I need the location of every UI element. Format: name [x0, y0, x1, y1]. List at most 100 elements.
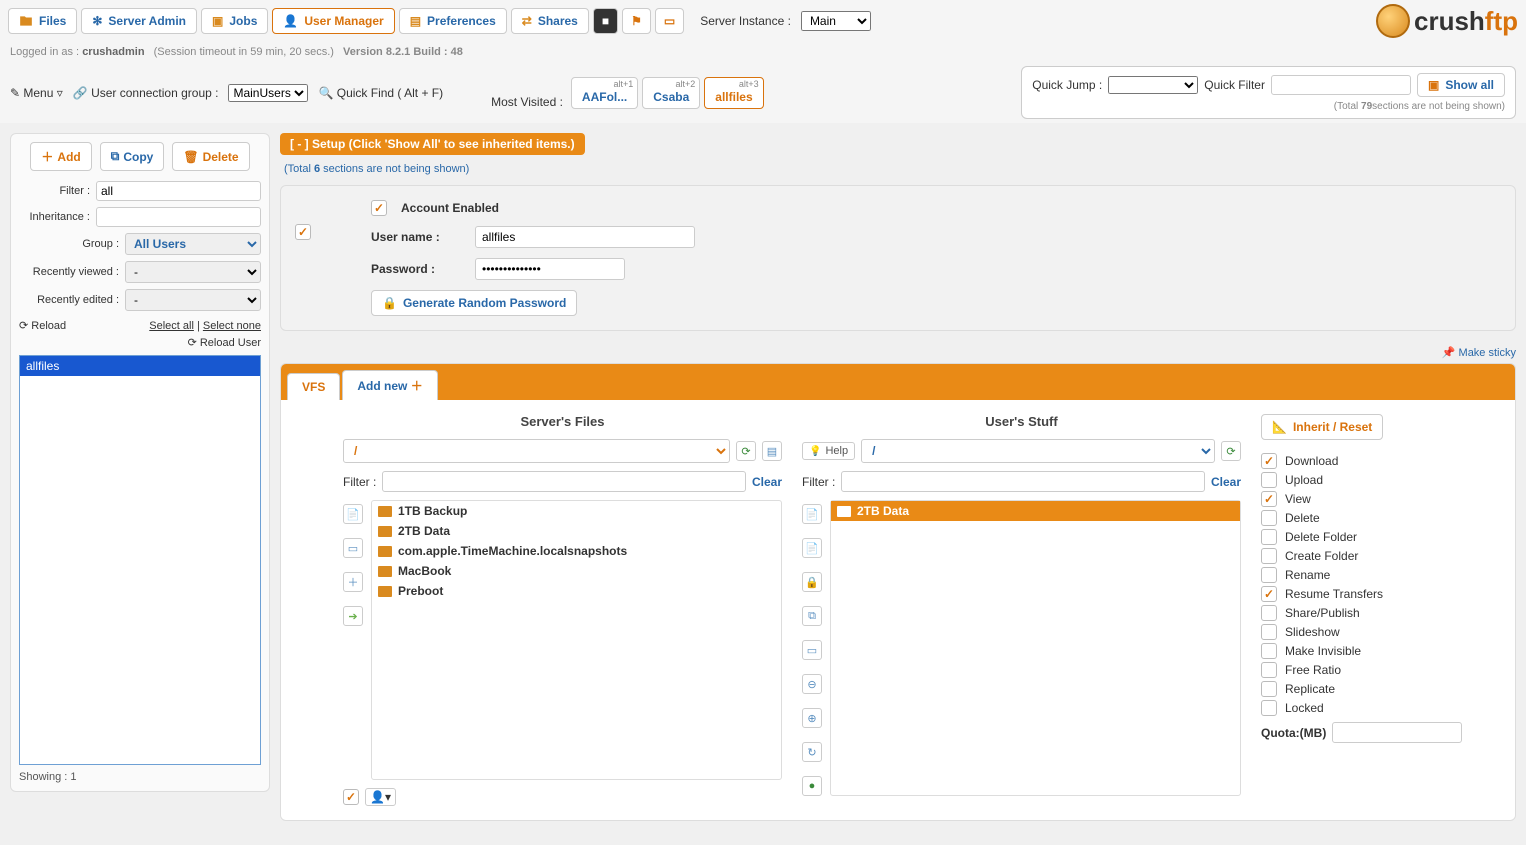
server-file-item[interactable]: Preboot [372, 581, 781, 601]
recently-viewed-select[interactable]: - [125, 261, 261, 283]
action-icon-3[interactable]: 🔒 [802, 572, 822, 592]
user-icon-dropdown[interactable]: 👤▾ [365, 788, 396, 806]
doc-view-icon[interactable]: 📄 [343, 504, 363, 524]
tab-server-admin[interactable]: ✻Server Admin [81, 8, 197, 34]
tab-shares[interactable]: ⇄Shares [511, 8, 589, 34]
password-input[interactable] [475, 258, 625, 280]
delete-button[interactable]: 🗑 Delete [172, 142, 249, 171]
server-list-icon[interactable]: ▤ [762, 441, 782, 461]
perm-checkbox[interactable] [1261, 624, 1277, 640]
server-file-item[interactable]: 1TB Backup [372, 501, 781, 521]
perm-checkbox[interactable] [1261, 605, 1277, 621]
action-icon-4[interactable]: ⧉ [802, 606, 822, 626]
user-path-select[interactable]: / [861, 439, 1215, 463]
user-clear-link[interactable]: Clear [1211, 475, 1241, 489]
group-select[interactable]: All Users [125, 233, 261, 255]
add-button[interactable]: ＋ Add [30, 142, 91, 171]
perm-label: Share/Publish [1285, 606, 1360, 620]
select-none-link[interactable]: Select none [203, 320, 261, 332]
action-icon-7[interactable]: ⊕ [802, 708, 822, 728]
server-file-item[interactable]: MacBook [372, 561, 781, 581]
make-sticky-link[interactable]: 📌 Make sticky [1442, 347, 1516, 359]
reload-user-link[interactable]: ⟳ Reload User [188, 337, 261, 349]
doc-blank-icon[interactable]: ▭ [343, 538, 363, 558]
btn-flag[interactable]: ⚑ [622, 8, 651, 34]
menu-dropdown[interactable]: ✎ Menu ▿ [10, 86, 63, 100]
conn-group-select[interactable]: MainUsers [228, 84, 308, 102]
btn-image[interactable]: ▭ [655, 8, 684, 34]
refresh-server-icon[interactable]: ⟳ [736, 441, 756, 461]
action-icon-6[interactable]: ⊖ [802, 674, 822, 694]
perm-checkbox[interactable] [1261, 643, 1277, 659]
expand-icon: ▣ [1428, 78, 1439, 92]
user-filter-input[interactable] [841, 471, 1205, 492]
generate-password-button[interactable]: 🔒Generate Random Password [371, 290, 577, 316]
perm-row: Resume Transfers [1261, 586, 1501, 602]
perm-checkbox[interactable] [1261, 700, 1277, 716]
action-icon-8[interactable]: ↻ [802, 742, 822, 762]
perm-row: Locked [1261, 700, 1501, 716]
section-enabled-checkbox[interactable] [295, 224, 311, 240]
mv-tab-3[interactable]: alt+3allfiles [704, 77, 763, 109]
server-clear-link[interactable]: Clear [752, 475, 782, 489]
perm-checkbox[interactable] [1261, 567, 1277, 583]
refresh-user-icon[interactable]: ⟳ [1221, 441, 1241, 461]
perm-checkbox[interactable] [1261, 548, 1277, 564]
user-files-list[interactable]: 2TB Data [830, 500, 1241, 796]
show-all-button[interactable]: ▣Show all [1417, 73, 1505, 97]
perm-checkbox[interactable] [1261, 662, 1277, 678]
perm-checkbox[interactable] [1261, 453, 1277, 469]
server-files-list[interactable]: 1TB Backup 2TB Data com.apple.TimeMachin… [371, 500, 782, 780]
tab-preferences[interactable]: ▤Preferences [399, 8, 507, 34]
tab-jobs[interactable]: ▣Jobs [201, 8, 268, 34]
help-button[interactable]: Help [802, 442, 855, 460]
jobs-icon: ▣ [212, 14, 223, 28]
bottom-check[interactable] [343, 789, 359, 805]
account-enabled-checkbox[interactable] [371, 200, 387, 216]
recently-edited-select[interactable]: - [125, 289, 261, 311]
mv-tab-2[interactable]: alt+2Csaba [642, 77, 700, 109]
server-file-item[interactable]: 2TB Data [372, 521, 781, 541]
quick-jump-select[interactable] [1108, 76, 1198, 94]
username-input[interactable] [475, 226, 695, 248]
setup-header[interactable]: [ - ] Setup (Click 'Show All' to see inh… [280, 133, 585, 155]
server-path-select[interactable]: / [343, 439, 730, 463]
server-file-item[interactable]: com.apple.TimeMachine.localsnapshots [372, 541, 781, 561]
copy-button[interactable]: ⧉ Copy [100, 142, 165, 171]
server-instance-select[interactable]: Main [801, 11, 871, 31]
user-list-item[interactable]: allfiles [20, 356, 260, 376]
perm-checkbox[interactable] [1261, 472, 1277, 488]
perm-checkbox[interactable] [1261, 681, 1277, 697]
action-icon-1[interactable]: 📄 [802, 504, 822, 524]
perm-checkbox[interactable] [1261, 510, 1277, 526]
perm-label: Create Folder [1285, 549, 1358, 563]
folder-icon [378, 506, 392, 517]
quota-input[interactable] [1332, 722, 1462, 743]
select-all-link[interactable]: Select all [149, 320, 194, 332]
user-filter-label: Filter : [802, 475, 835, 489]
tab-user-manager[interactable]: 👤User Manager [272, 8, 394, 34]
mv-tab-1[interactable]: alt+1AAFol... [571, 77, 638, 109]
reload-link[interactable]: ⟳ Reload [19, 319, 66, 332]
user-list[interactable]: allfiles [19, 355, 261, 765]
perm-checkbox[interactable] [1261, 586, 1277, 602]
filter-input[interactable] [96, 181, 261, 201]
perm-checkbox[interactable] [1261, 529, 1277, 545]
btn-terminal[interactable]: ■ [593, 8, 618, 34]
server-instance-label: Server Instance : [700, 14, 791, 28]
arrow-right-icon[interactable]: ➔ [343, 606, 363, 626]
quick-filter-input[interactable] [1271, 75, 1411, 95]
tab-files[interactable]: Files [8, 8, 77, 34]
user-file-item[interactable]: 2TB Data [831, 501, 1240, 521]
action-icon-5[interactable]: ▭ [802, 640, 822, 660]
perm-checkbox[interactable] [1261, 491, 1277, 507]
action-icon-2[interactable]: 📄 [802, 538, 822, 558]
tab-add-new[interactable]: Add new ＋ [342, 370, 437, 400]
server-filter-input[interactable] [382, 471, 746, 492]
doc-plus-icon[interactable]: ＋ [343, 572, 363, 592]
tab-vfs[interactable]: VFS [287, 373, 340, 400]
action-icon-9[interactable]: ● [802, 776, 822, 796]
quick-find[interactable]: 🔍 Quick Find ( Alt + F) [318, 86, 443, 100]
inherit-reset-button[interactable]: 📐Inherit / Reset [1261, 414, 1383, 440]
inheritance-input[interactable] [96, 207, 261, 227]
